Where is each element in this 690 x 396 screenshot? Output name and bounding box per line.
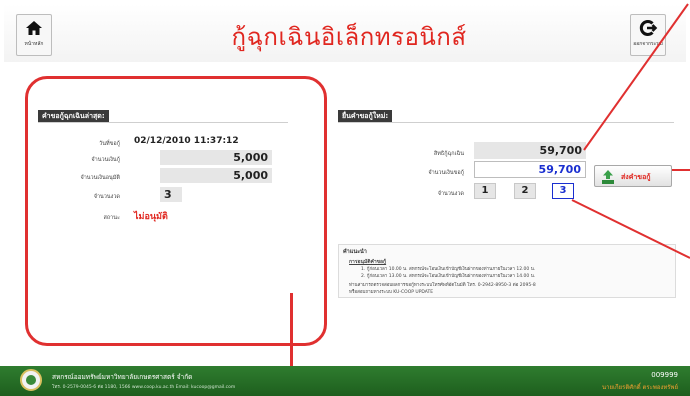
member-id: 009999 [651,371,678,379]
member-name: นายเกียรติศักดิ์ ตระพองทรัพย์ [601,384,678,391]
annotation-lines [571,3,690,259]
footer: สหกรณ์ออมทรัพย์มหาวิทยาลัยเกษตรศาสตร์ จำ… [0,366,690,396]
coop-logo-emblem [26,375,36,385]
coop-logo [20,369,42,391]
org-name: สหกรณ์ออมทรัพย์มหาวิทยาลัยเกษตรศาสตร์ จำ… [52,373,193,381]
org-contact: โทร. 0-2579-0045-6 ต่อ 1180, 1566 www.co… [52,385,236,390]
